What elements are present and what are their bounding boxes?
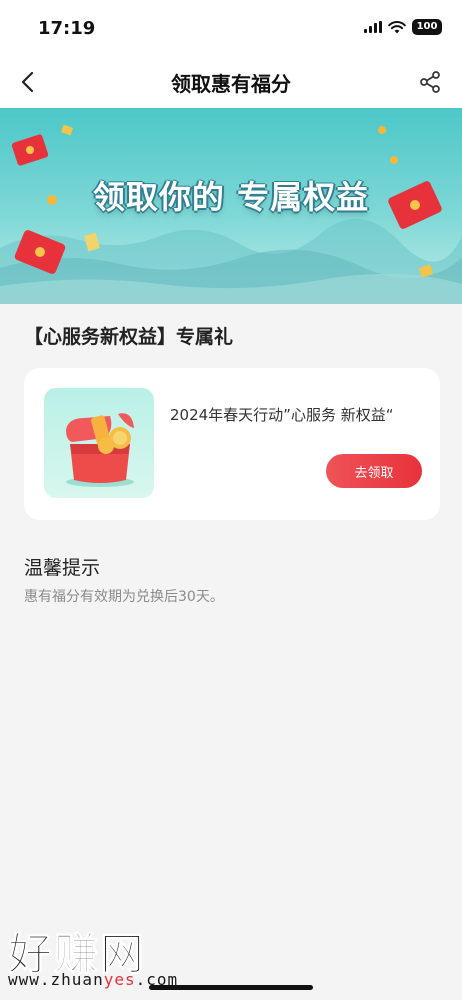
- claim-button[interactable]: 去领取: [326, 454, 422, 488]
- status-bar: 17:19 100: [0, 0, 462, 56]
- status-time: 17:19: [38, 18, 96, 39]
- section-title: 【心服务新权益】专属礼: [24, 326, 234, 348]
- home-indicator[interactable]: [149, 985, 313, 990]
- battery-icon: 100: [412, 19, 442, 35]
- share-icon[interactable]: [416, 68, 444, 96]
- signal-icon: [364, 21, 382, 33]
- watermark: 好赚网 www.zhuanyes.com: [6, 918, 206, 990]
- watermark-url-prefix: www.zhuan: [8, 970, 104, 989]
- benefit-card[interactable]: 2024年春天行动”心服务 新权益“ 去领取: [24, 368, 440, 520]
- banner-title: 领取你的 专属权益: [92, 178, 370, 216]
- watermark-url-accent: yes: [103, 970, 136, 989]
- page-title: 领取惠有福分: [171, 72, 291, 96]
- nav-bar: 领取惠有福分: [0, 56, 462, 108]
- status-icons: 100: [364, 19, 442, 35]
- wifi-icon: [388, 20, 406, 33]
- tips-title: 温馨提示: [24, 557, 101, 579]
- benefit-title: 2024年春天行动”心服务 新权益“: [170, 406, 394, 424]
- red-envelope-icon: [11, 134, 49, 166]
- gift-box-icon: [44, 388, 154, 498]
- tips-text: 惠有福分有效期为兑换后30天。: [24, 589, 224, 605]
- promo-banner: 领取你的 专属权益: [0, 108, 462, 304]
